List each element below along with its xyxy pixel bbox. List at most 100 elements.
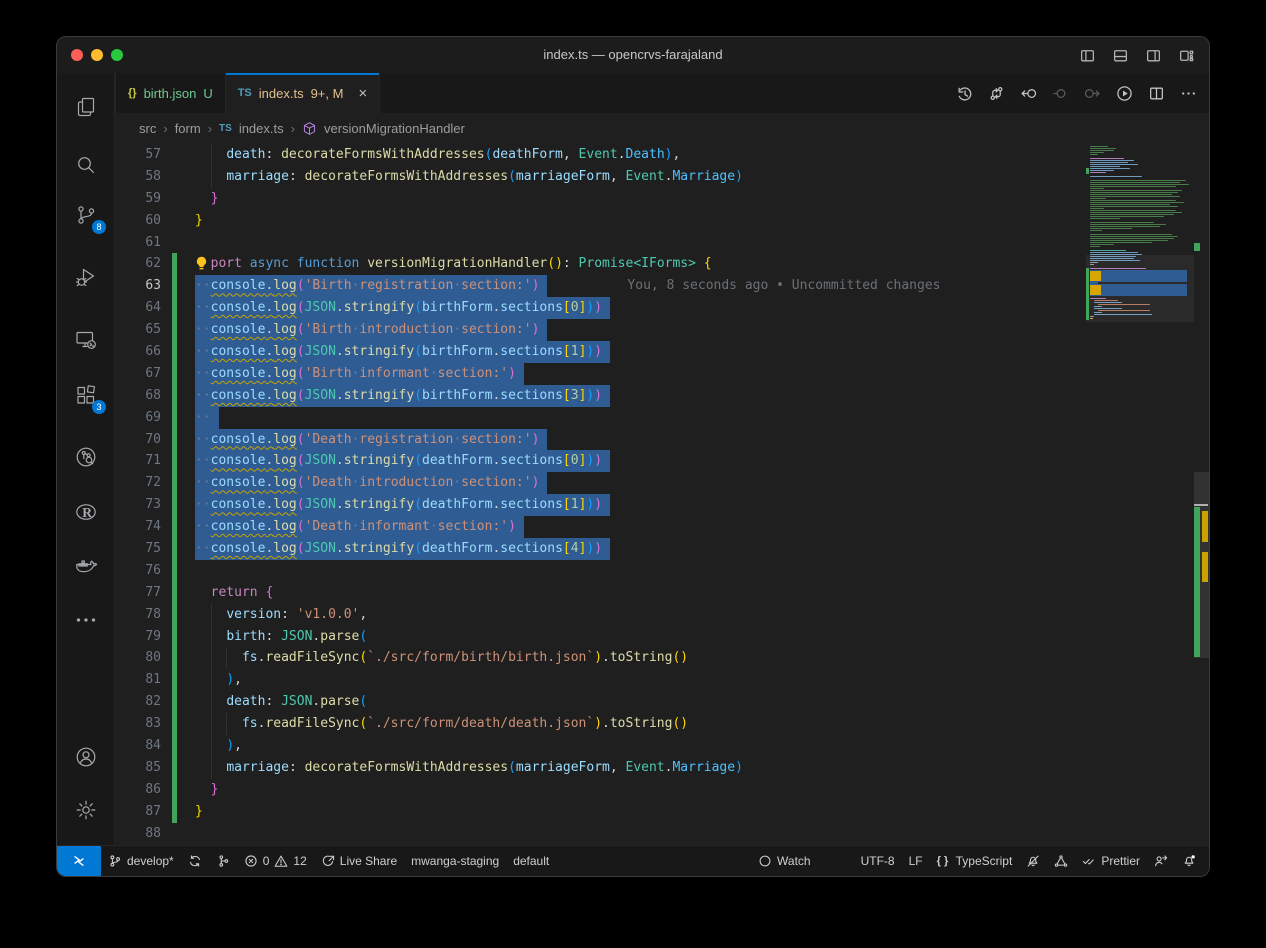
run-code-icon[interactable]	[1116, 85, 1133, 102]
code-line[interactable]: 60}	[115, 210, 1209, 232]
activity-bar-item-remote-explorer[interactable]	[57, 322, 114, 358]
line-number: 58	[115, 166, 161, 188]
breadcrumb-item[interactable]: index.ts	[239, 121, 284, 136]
code-line[interactable]: 83 fs.readFileSync(`./src/form/death/dea…	[115, 713, 1209, 735]
activity-bar-item-docker[interactable]	[57, 547, 114, 583]
activity-bar-item-source-control[interactable]: 8	[57, 197, 114, 233]
code-line[interactable]: 62export async function versionMigration…	[115, 253, 1209, 275]
minimap-line	[1090, 218, 1120, 219]
code-line[interactable]: 87}	[115, 801, 1209, 823]
code-line[interactable]: 63··console.log('Birth·registration·sect…	[115, 275, 1209, 297]
customize-layout-icon[interactable]	[1178, 47, 1195, 64]
status-remote-indicator[interactable]	[57, 846, 101, 876]
tab-index-ts[interactable]: TSindex.ts9+, M×	[226, 73, 381, 113]
previous-change-icon[interactable]	[1020, 85, 1037, 102]
editor[interactable]: 57 death: decorateFormsWithAddresses(dea…	[115, 143, 1209, 845]
status-label: Prettier	[1101, 854, 1140, 868]
code-line[interactable]: 66··console.log(JSON.stringify(birthForm…	[115, 341, 1209, 363]
activity-bar-item-additional-views[interactable]	[57, 602, 114, 638]
status-problems[interactable]: 012	[237, 846, 314, 876]
code-line[interactable]: 81 ),	[115, 669, 1209, 691]
toggle-panel-icon[interactable]	[1112, 47, 1129, 64]
code-line[interactable]: 88	[115, 823, 1209, 845]
status-graph-extension[interactable]	[1047, 846, 1075, 876]
belldot-icon	[1182, 854, 1196, 868]
code-line[interactable]: 84 ),	[115, 735, 1209, 757]
code-line[interactable]: 65··console.log('Birth·introduction·sect…	[115, 319, 1209, 341]
code-line[interactable]: 80 fs.readFileSync(`./src/form/birth/bir…	[115, 647, 1209, 669]
status-sync-changes[interactable]	[181, 846, 209, 876]
code-line[interactable]: 74··console.log('Death·informant·section…	[115, 516, 1209, 538]
activity-bar-item-accounts[interactable]	[57, 739, 114, 775]
gutter-change-indicator	[172, 801, 177, 823]
status-profile[interactable]: default	[506, 846, 556, 876]
status-watch-task[interactable]: Watch	[751, 846, 818, 876]
code-line[interactable]: 77 return {	[115, 582, 1209, 604]
activity-bar-item-settings[interactable]	[57, 792, 114, 828]
status-commit-graph[interactable]	[209, 846, 237, 876]
compare-changes-icon[interactable]	[988, 85, 1005, 102]
code-line[interactable]: 64··console.log(JSON.stringify(birthForm…	[115, 297, 1209, 319]
tab-birth-json[interactable]: {}birth.jsonU	[115, 73, 226, 113]
activity-bar-item-r-language[interactable]: R	[57, 494, 114, 530]
code-line[interactable]: 78 version: 'v1.0.0',	[115, 604, 1209, 626]
activity-bar-item-git-graph[interactable]	[57, 439, 114, 475]
toggle-secondary-sidebar-icon[interactable]	[1145, 47, 1162, 64]
breadcrumb-item[interactable]: form	[175, 121, 201, 136]
trigraph-icon	[1054, 854, 1068, 868]
status-notifications-off[interactable]	[1019, 846, 1047, 876]
code-line[interactable]: 67··console.log('Birth·informant·section…	[115, 363, 1209, 385]
code-line[interactable]: 58 marriage: decorateFormsWithAddresses(…	[115, 166, 1209, 188]
code-line[interactable]: 57 death: decorateFormsWithAddresses(dea…	[115, 144, 1209, 166]
activity-bar-item-search[interactable]	[57, 147, 114, 183]
minimap[interactable]	[1086, 146, 1194, 845]
code-line[interactable]: 76	[115, 560, 1209, 582]
code-line[interactable]: 71··console.log(JSON.stringify(deathForm…	[115, 450, 1209, 472]
next-change-icon[interactable]	[1084, 85, 1101, 102]
activity-bar-item-run-and-debug[interactable]	[57, 259, 114, 295]
status-encoding[interactable]: UTF-8	[854, 846, 902, 876]
status-feedback[interactable]	[1147, 846, 1175, 876]
close-tab-icon[interactable]: ×	[358, 85, 367, 102]
status-prettier[interactable]: Prettier	[1075, 846, 1147, 876]
gutter-change-indicator	[172, 538, 177, 560]
breadcrumb-item[interactable]: versionMigrationHandler	[324, 121, 465, 136]
code-line[interactable]: 85 marriage: decorateFormsWithAddresses(…	[115, 757, 1209, 779]
activity-bar-item-explorer[interactable]	[57, 89, 114, 125]
titlebar: index.ts — opencrvs-farajaland	[57, 37, 1209, 73]
code-line[interactable]: 73··console.log(JSON.stringify(deathForm…	[115, 494, 1209, 516]
timeline-icon[interactable]	[956, 85, 973, 102]
code-line[interactable]: 59 }	[115, 188, 1209, 210]
code-text: ··console.log('Death·introduction·sectio…	[195, 472, 547, 494]
explorer-icon	[74, 95, 98, 119]
code-line[interactable]: 75··console.log(JSON.stringify(deathForm…	[115, 538, 1209, 560]
code-line[interactable]: 79 birth: JSON.parse(	[115, 626, 1209, 648]
current-change-icon[interactable]	[1052, 85, 1069, 102]
toggle-primary-sidebar-icon[interactable]	[1079, 47, 1096, 64]
code-line[interactable]: 70··console.log('Death·registration·sect…	[115, 429, 1209, 451]
more-actions-icon[interactable]	[1180, 85, 1197, 102]
code-line[interactable]: 61	[115, 232, 1209, 254]
code-text: return {	[195, 582, 273, 604]
status-live-share[interactable]: Live Share	[314, 846, 404, 876]
status-eol[interactable]: LF	[902, 846, 930, 876]
split-editor-icon[interactable]	[1148, 85, 1165, 102]
status-language-mode[interactable]: { }TypeScript	[930, 846, 1020, 876]
line-number: 59	[115, 188, 161, 210]
gutter-change-indicator	[172, 691, 177, 713]
indent-guide	[211, 669, 212, 691]
overview-ruler-scrollbar[interactable]	[1194, 143, 1209, 845]
status-notifications[interactable]	[1175, 846, 1203, 876]
status-git-branch[interactable]: develop*	[101, 846, 181, 876]
breadcrumb-item[interactable]: src	[139, 121, 156, 136]
code-line[interactable]: 72··console.log('Death·introduction·sect…	[115, 472, 1209, 494]
line-number: 70	[115, 429, 161, 451]
activity-bar-item-extensions[interactable]: 3	[57, 377, 114, 413]
code-line[interactable]: 69··	[115, 407, 1209, 429]
status-gitlens-mode[interactable]: mwanga-staging	[404, 846, 506, 876]
lightbulb-code-action-icon[interactable]	[193, 255, 210, 272]
code-line[interactable]: 68··console.log(JSON.stringify(birthForm…	[115, 385, 1209, 407]
code-line[interactable]: 86 }	[115, 779, 1209, 801]
code-line[interactable]: 82 death: JSON.parse(	[115, 691, 1209, 713]
code-area[interactable]: 57 death: decorateFormsWithAddresses(dea…	[115, 144, 1209, 845]
